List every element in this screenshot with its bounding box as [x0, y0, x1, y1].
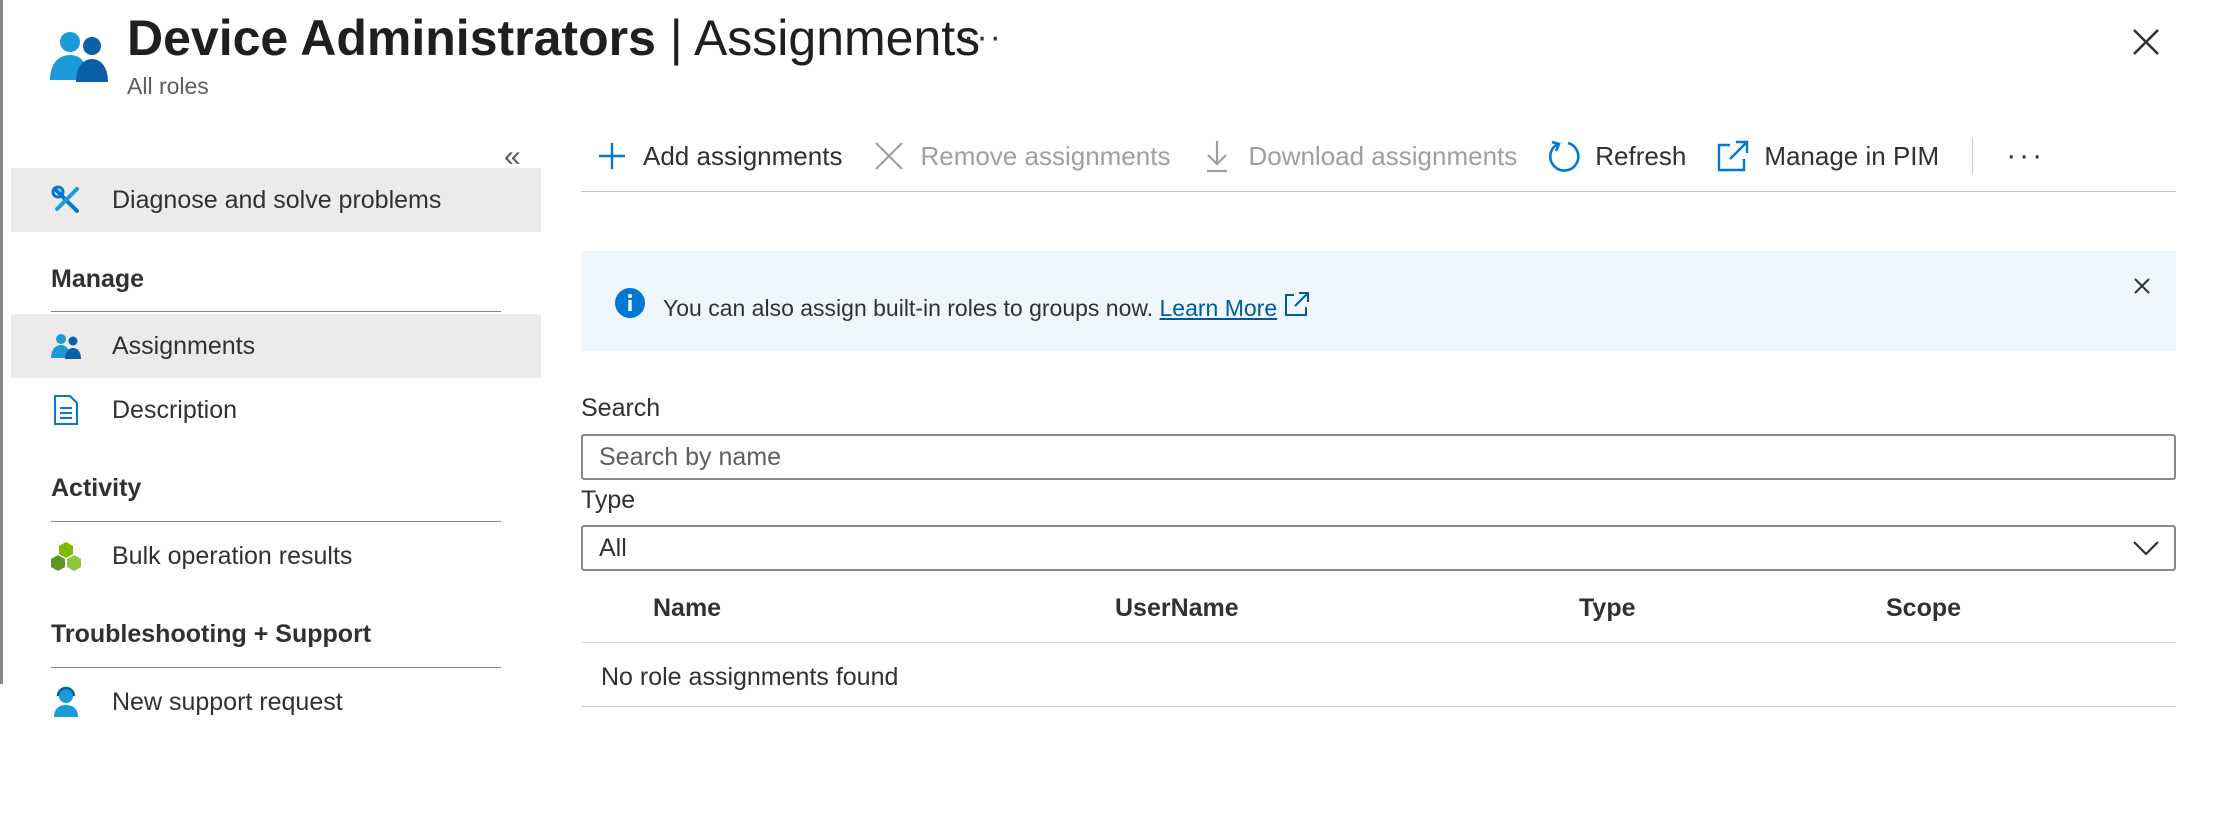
manage-in-pim-label: Manage in PIM	[1764, 140, 1940, 171]
title-more-button[interactable]: ···	[963, 18, 1003, 57]
title-main: Device Administrators	[127, 10, 656, 66]
close-icon	[2133, 29, 2159, 55]
banner-message: You can also assign built-in roles to gr…	[663, 290, 1311, 322]
sidebar-section-activity: Activity	[51, 474, 142, 502]
section-divider	[51, 311, 501, 312]
refresh-button[interactable]: Refresh	[1547, 131, 1686, 181]
document-icon	[49, 393, 83, 427]
external-link-icon	[1283, 290, 1311, 318]
remove-assignments-label: Remove assignments	[920, 140, 1171, 171]
download-assignments-button[interactable]: Download assignments	[1200, 131, 1517, 181]
close-icon	[2134, 278, 2150, 294]
sidebar-section-manage: Manage	[51, 265, 145, 293]
command-bar: Add assignments Remove assignments Downl…	[581, 131, 2045, 181]
page-subtitle: All roles	[127, 73, 209, 99]
learn-more-link[interactable]: Learn More	[1160, 295, 1278, 321]
sidebar-item-label: Diagnose and solve problems	[112, 185, 442, 214]
column-header-scope[interactable]: Scope	[1886, 594, 1961, 623]
column-header-username[interactable]: UserName	[1115, 594, 1239, 623]
table-bottom-divider	[581, 706, 2176, 707]
page-title: Device Administrators | Assignments	[127, 6, 980, 70]
dismiss-banner-button[interactable]	[2130, 274, 2154, 298]
banner-text: You can also assign built-in roles to gr…	[663, 295, 1154, 321]
add-assignments-label: Add assignments	[643, 140, 843, 171]
info-icon	[614, 287, 646, 319]
close-icon	[872, 139, 906, 173]
support-person-icon	[49, 685, 83, 719]
users-icon	[48, 28, 110, 84]
chevron-down-icon	[2133, 541, 2159, 556]
download-assignments-label: Download assignments	[1248, 140, 1518, 171]
type-dropdown[interactable]: All	[581, 525, 2176, 571]
manage-in-pim-button[interactable]: Manage in PIM	[1716, 131, 1939, 181]
sidebar-item-assignments[interactable]: Assignments	[11, 314, 541, 378]
sidebar-item-label: New support request	[112, 687, 343, 716]
download-icon	[1200, 139, 1234, 173]
toolbar-divider	[1972, 138, 1974, 174]
sidebar-item-bulk-operation-results[interactable]: Bulk operation results	[11, 524, 541, 588]
remove-assignments-button[interactable]: Remove assignments	[872, 131, 1170, 181]
sidebar-section-troubleshooting: Troubleshooting + Support	[51, 620, 372, 648]
type-selected-value: All	[599, 533, 627, 562]
section-divider	[51, 667, 501, 668]
sidebar-item-diagnose[interactable]: Diagnose and solve problems	[11, 168, 541, 232]
search-label: Search	[581, 394, 661, 422]
search-input[interactable]	[581, 434, 2176, 480]
cubes-icon	[49, 539, 83, 573]
external-link-icon	[1716, 139, 1750, 173]
add-assignments-button[interactable]: Add assignments	[595, 131, 842, 181]
toolbar-more-button[interactable]: ···	[2006, 139, 2045, 173]
users-icon	[49, 329, 83, 363]
column-header-name[interactable]: Name	[653, 594, 721, 623]
sidebar-item-new-support-request[interactable]: New support request	[11, 670, 541, 734]
close-button[interactable]	[2126, 22, 2166, 62]
table-header-divider	[581, 642, 2176, 643]
wrench-screwdriver-icon	[49, 183, 83, 217]
section-divider	[51, 521, 501, 522]
sidebar-item-label: Assignments	[112, 331, 256, 360]
refresh-label: Refresh	[1595, 140, 1687, 171]
refresh-icon	[1547, 139, 1581, 173]
plus-icon	[595, 139, 629, 173]
type-label: Type	[581, 486, 636, 514]
column-header-type[interactable]: Type	[1579, 594, 1636, 623]
toolbar-divider-line	[581, 191, 2176, 192]
sidebar-item-description[interactable]: Description	[11, 378, 541, 442]
sidebar-item-label: Bulk operation results	[112, 541, 353, 570]
title-separator: |	[669, 10, 683, 66]
window-edge	[0, 0, 3, 684]
title-section: Assignments	[693, 10, 981, 66]
sidebar-item-label: Description	[112, 395, 238, 424]
empty-table-message: No role assignments found	[601, 663, 899, 691]
